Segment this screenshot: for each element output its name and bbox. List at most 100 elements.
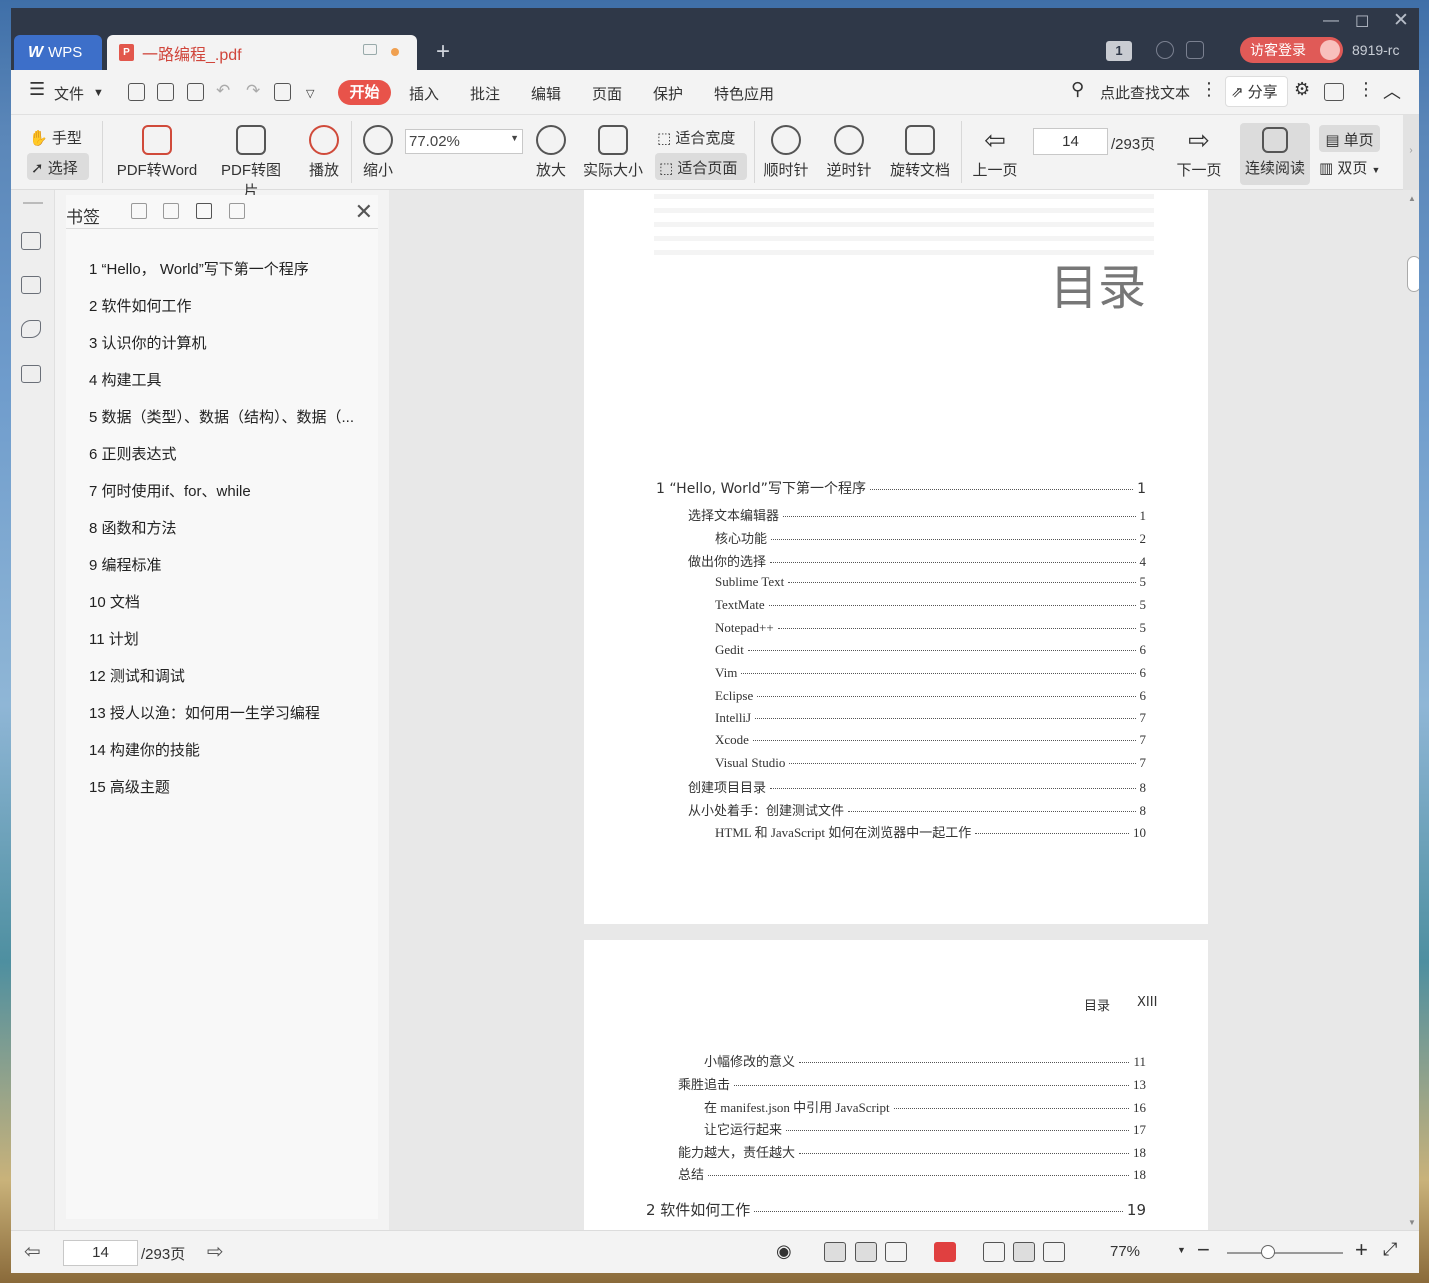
new-tab-plus-icon[interactable]: + bbox=[436, 38, 450, 66]
redo-icon[interactable]: ↷ bbox=[246, 81, 260, 101]
expand-all-icon[interactable] bbox=[131, 203, 147, 219]
more-options-icon[interactable]: ⋮ bbox=[1357, 79, 1375, 100]
page-number-input[interactable]: 14 bbox=[1033, 128, 1108, 155]
single-view-icon[interactable] bbox=[855, 1242, 877, 1262]
minimize-icon[interactable]: — bbox=[1323, 12, 1339, 30]
close-window-icon[interactable]: ✕ bbox=[1393, 9, 1409, 32]
scrollbar-thumb[interactable] bbox=[1407, 256, 1419, 292]
bookmark-item[interactable]: 2 软件如何工作 bbox=[89, 295, 192, 316]
sync-icon[interactable] bbox=[1156, 41, 1174, 59]
maximize-icon[interactable]: ☐ bbox=[1355, 12, 1369, 32]
bookmark-panel-icon[interactable] bbox=[21, 232, 41, 250]
zoom-select[interactable]: 77.02% ▼ bbox=[405, 129, 523, 154]
search-icon[interactable]: ⚲ bbox=[1071, 79, 1084, 100]
hamburger-menu-icon[interactable]: ☰ bbox=[29, 79, 45, 100]
search-text-field[interactable]: 点此查找文本 bbox=[1100, 82, 1190, 103]
file-menu[interactable]: 文件 bbox=[54, 83, 84, 104]
previous-page-arrow-icon[interactable]: ⇦ bbox=[24, 1239, 41, 1264]
annotation-icon[interactable] bbox=[21, 320, 41, 338]
rotate-document-button[interactable]: 旋转文档 bbox=[887, 125, 953, 180]
bookmark-item[interactable]: 1 “Hello， World”写下第一个程序 bbox=[89, 258, 309, 279]
tab-document[interactable]: P 一路编程_.pdf bbox=[107, 35, 417, 70]
bookmark-item[interactable]: 5 数据（类型）、数据（结构）、数据（... bbox=[89, 406, 354, 427]
actual-size-icon[interactable] bbox=[983, 1242, 1005, 1262]
tab-edit[interactable]: 编辑 bbox=[531, 83, 561, 104]
bookmark-item[interactable]: 3 认识你的计算机 bbox=[89, 332, 207, 353]
pdf-to-image-button[interactable]: PDF转图片 bbox=[214, 125, 288, 201]
more-dropdown-icon[interactable]: ▽ bbox=[306, 87, 314, 100]
pdf-to-word-button[interactable]: PDF转Word bbox=[113, 125, 201, 180]
continuous-read-button[interactable]: 连续阅读 bbox=[1240, 123, 1310, 185]
monitor-icon[interactable] bbox=[363, 44, 377, 55]
export-image-icon[interactable] bbox=[274, 83, 291, 101]
status-page-input[interactable]: 14 bbox=[63, 1240, 138, 1266]
scroll-down-icon[interactable]: ▼ bbox=[1408, 1218, 1416, 1227]
rotate-counterclockwise-button[interactable]: 逆时针 bbox=[824, 125, 874, 180]
document-viewer[interactable]: 目录 1 “Hello, World”写下第一个程序 1 选择文本编辑器 1 核心功能 2… bbox=[389, 190, 1419, 1230]
rotate-clockwise-button[interactable]: 顺时针 bbox=[761, 125, 811, 180]
fit-width-button[interactable]: ⬚ 适合宽度 bbox=[657, 127, 747, 148]
collapse-ribbon-icon[interactable]: ︿ bbox=[1383, 78, 1401, 104]
eye-protection-icon[interactable]: ◉ bbox=[776, 1241, 792, 1262]
tab-special[interactable]: 特色应用 bbox=[714, 83, 774, 104]
tab-page[interactable]: 页面 bbox=[592, 83, 622, 104]
bookmark-item[interactable]: 14 构建你的技能 bbox=[89, 739, 200, 760]
fullscreen-icon[interactable]: ⤢ bbox=[1383, 1239, 1397, 1260]
more-vertical-icon[interactable]: ⋮ bbox=[1200, 79, 1218, 100]
tab-annotate[interactable]: 批注 bbox=[470, 83, 500, 104]
tab-start[interactable]: 开始 bbox=[338, 80, 391, 105]
tab-wps-home[interactable]: W WPS bbox=[14, 35, 102, 70]
vertical-scrollbar[interactable]: ▲ ▼ bbox=[1405, 190, 1419, 1230]
ribbon-scroll-right-icon[interactable]: › bbox=[1403, 115, 1419, 190]
hand-tool-button[interactable]: ✋ 手型 bbox=[29, 127, 89, 148]
select-tool-button[interactable]: ➚ 选择 bbox=[27, 153, 89, 180]
open-folder-icon[interactable] bbox=[128, 83, 145, 101]
bookmark-item[interactable]: 9 编程标准 bbox=[89, 554, 162, 575]
save-icon[interactable] bbox=[157, 83, 174, 101]
zoom-slider-track[interactable] bbox=[1227, 1252, 1343, 1254]
zoom-in-plus-icon[interactable]: + bbox=[1355, 1237, 1368, 1263]
zoom-in-button[interactable]: 放大 bbox=[534, 125, 568, 180]
tab-insert[interactable]: 插入 bbox=[409, 83, 439, 104]
previous-page-button[interactable]: ⇦ 上一页 bbox=[969, 125, 1021, 180]
single-page-button[interactable]: ▤ 单页 bbox=[1319, 125, 1380, 152]
play-slideshow-icon[interactable] bbox=[934, 1242, 956, 1262]
undo-icon[interactable]: ↶ bbox=[216, 81, 230, 101]
bookmark-item[interactable]: 7 何时使用if、for、while bbox=[89, 480, 251, 501]
guest-login-button[interactable]: 访客登录 bbox=[1240, 37, 1343, 63]
export-icon[interactable] bbox=[21, 365, 41, 383]
chevron-down-icon[interactable]: ▼ bbox=[93, 87, 104, 99]
scroll-up-icon[interactable]: ▲ bbox=[1408, 194, 1416, 203]
zoom-dropdown-icon[interactable]: ▼ bbox=[1177, 1245, 1186, 1255]
bookmark-item[interactable]: 12 测试和调试 bbox=[89, 665, 185, 686]
print-icon[interactable] bbox=[187, 83, 204, 101]
thumbnail-image-icon[interactable] bbox=[21, 276, 41, 294]
zoom-level[interactable]: 77% bbox=[1110, 1243, 1140, 1260]
bookmark-item[interactable]: 11 计划 bbox=[89, 628, 139, 649]
tab-protect[interactable]: 保护 bbox=[653, 83, 683, 104]
zoom-out-button[interactable]: 缩小 bbox=[361, 125, 395, 180]
bookmark-settings-icon[interactable] bbox=[229, 203, 245, 219]
bookmark-item[interactable]: 4 构建工具 bbox=[89, 369, 162, 390]
window-count-badge[interactable]: 1 bbox=[1106, 41, 1132, 61]
close-panel-icon[interactable]: ✕ bbox=[355, 199, 373, 225]
bookmark-item[interactable]: 6 正则表达式 bbox=[89, 443, 177, 464]
fit-page-button[interactable]: ⬚ 适合页面 bbox=[655, 153, 747, 180]
settings-gear-icon[interactable]: ⚙ bbox=[1294, 79, 1310, 100]
bookmark-item[interactable]: 10 文档 bbox=[89, 591, 140, 612]
collapse-all-icon[interactable] bbox=[163, 203, 179, 219]
bookmark-item[interactable]: 13 授人以渔：如何用一生学习编程 bbox=[89, 702, 320, 723]
next-page-button[interactable]: ⇨ 下一页 bbox=[1174, 125, 1224, 180]
fit-width-icon[interactable] bbox=[1043, 1242, 1065, 1262]
continuous-view-icon[interactable] bbox=[824, 1242, 846, 1262]
bookmark-item[interactable]: 15 高级主题 bbox=[89, 776, 170, 797]
feedback-icon[interactable] bbox=[1324, 83, 1344, 101]
skin-shirt-icon[interactable] bbox=[1186, 41, 1204, 59]
actual-size-button[interactable]: 实际大小 bbox=[581, 125, 645, 180]
double-view-icon[interactable] bbox=[885, 1242, 907, 1262]
zoom-out-minus-icon[interactable]: − bbox=[1197, 1237, 1210, 1263]
fit-page-icon[interactable] bbox=[1013, 1242, 1035, 1262]
play-button[interactable]: 播放 bbox=[307, 125, 341, 180]
share-button[interactable]: ⇗ 分享 bbox=[1225, 76, 1288, 107]
bookmark-item[interactable]: 8 函数和方法 bbox=[89, 517, 177, 538]
